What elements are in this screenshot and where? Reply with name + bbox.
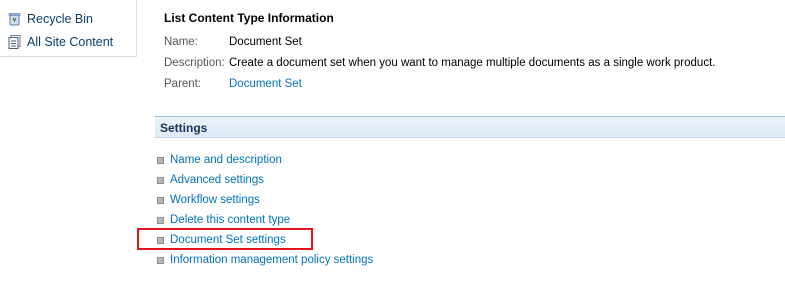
list-item: Advanced settings <box>157 170 373 190</box>
name-value: Document Set <box>229 36 302 48</box>
description-label: Description: <box>164 57 225 69</box>
content-type-info-title: List Content Type Information <box>164 11 334 25</box>
settings-header: Settings <box>155 116 785 138</box>
workflow-settings-link[interactable]: Workflow settings <box>170 194 260 206</box>
advanced-settings-link[interactable]: Advanced settings <box>170 174 264 186</box>
settings-links: Name and description Advanced settings W… <box>157 150 373 270</box>
site-content-icon <box>8 35 21 49</box>
recycle-bin-icon <box>8 12 21 26</box>
bullet-icon <box>157 176 164 184</box>
list-item: Information management policy settings <box>157 250 373 270</box>
nav-item-label: Recycle Bin <box>27 12 93 26</box>
list-item: Delete this content type <box>157 210 373 230</box>
delete-content-type-link[interactable]: Delete this content type <box>170 214 290 226</box>
bullet-icon <box>157 156 164 164</box>
info-row-parent: Parent: Document Set <box>164 78 302 90</box>
info-row-name: Name: Document Set <box>164 36 302 48</box>
highlight-box <box>137 228 313 250</box>
bullet-icon <box>157 216 164 224</box>
name-label: Name: <box>164 36 198 48</box>
list-item: Workflow settings <box>157 190 373 210</box>
parent-label: Parent: <box>164 78 202 90</box>
name-and-description-link[interactable]: Name and description <box>170 154 282 166</box>
information-management-policy-settings-link[interactable]: Information management policy settings <box>170 254 373 266</box>
bullet-icon <box>157 256 164 264</box>
bullet-icon <box>157 196 164 204</box>
quick-launch-panel: Recycle Bin All Site Content <box>0 0 137 57</box>
description-value: Create a document set when you want to m… <box>229 57 716 69</box>
nav-item-recycle-bin[interactable]: Recycle Bin <box>8 10 93 28</box>
parent-link[interactable]: Document Set <box>229 78 302 90</box>
nav-item-all-site-content[interactable]: All Site Content <box>8 33 113 51</box>
info-row-description: Description: Create a document set when … <box>164 57 715 69</box>
list-item: Name and description <box>157 150 373 170</box>
settings-title: Settings <box>160 121 208 135</box>
nav-item-label: All Site Content <box>27 35 114 49</box>
